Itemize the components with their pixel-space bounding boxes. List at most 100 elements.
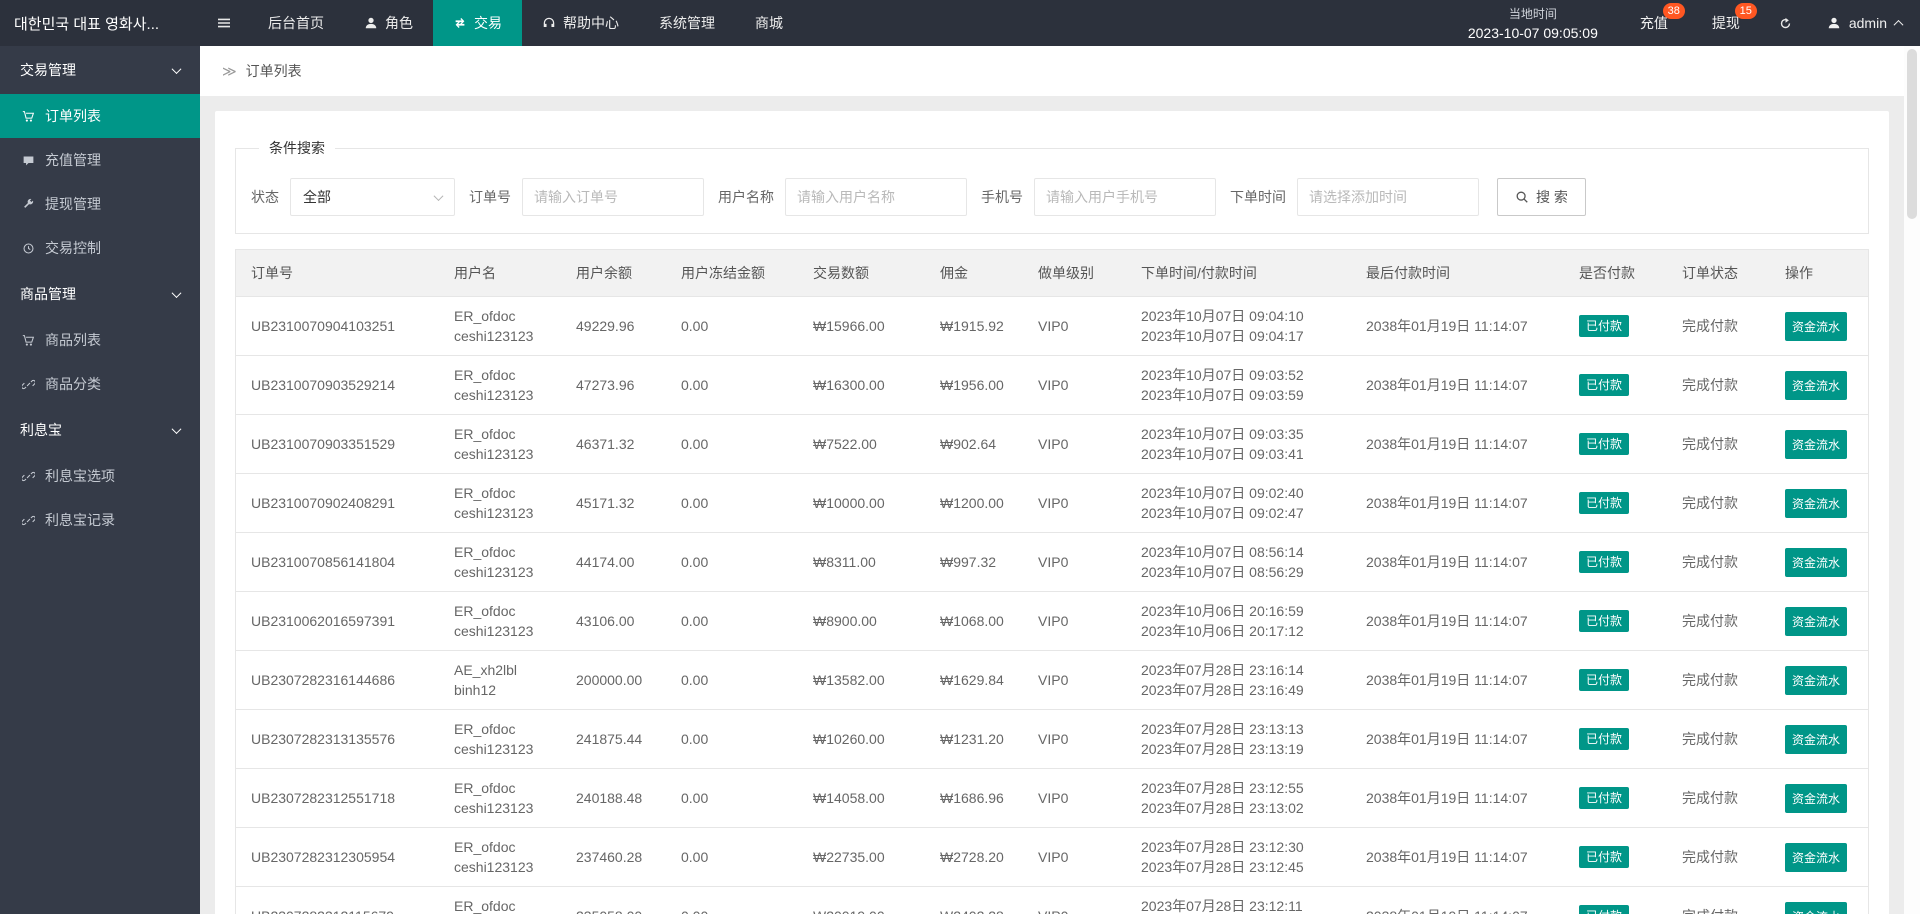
col-header-paid: 是否付款 xyxy=(1564,250,1667,297)
cell-username: ER_ofdoc ceshi123123 xyxy=(439,355,561,415)
cell-frozen: 0.00 xyxy=(666,886,798,914)
refresh-button[interactable] xyxy=(1762,0,1809,46)
cell-order-no: UB2310070904103251 xyxy=(236,296,439,356)
fund-flow-button[interactable]: 资金流水 xyxy=(1785,783,1848,813)
pay-time: 2023年10月06日 20:17:12 xyxy=(1141,623,1304,639)
pay-time: 2023年10月07日 09:04:17 xyxy=(1141,328,1304,344)
sidebar-item-order-list[interactable]: 订单列表 xyxy=(0,94,200,138)
order-time-input[interactable] xyxy=(1297,178,1479,216)
status-select[interactable]: 全部 xyxy=(290,178,455,216)
fund-flow-button[interactable]: 资金流水 xyxy=(1785,842,1848,872)
paid-badge: 已付款 xyxy=(1579,905,1630,914)
username-line1: ER_ofdoc xyxy=(454,898,516,914)
sidebar-toggle-button[interactable] xyxy=(200,0,248,46)
status-select-value: 全部 xyxy=(303,189,331,205)
sidebar-item-trade-control[interactable]: 交易控制 xyxy=(0,226,200,270)
hamburger-icon xyxy=(218,18,230,28)
cell-order-no: UB2307282312551718 xyxy=(236,768,439,828)
cell-frozen: 0.00 xyxy=(666,296,798,356)
nav-item-system[interactable]: 系统管理 xyxy=(639,0,735,46)
order-time: 2023年07月28日 23:16:14 xyxy=(1141,662,1304,678)
order-time: 2023年10月07日 08:56:14 xyxy=(1141,544,1304,560)
col-header-order-no: 订单号 xyxy=(236,250,439,297)
scrollbar-thumb[interactable] xyxy=(1907,49,1917,219)
cell-last-pay-time: 2038年01月19日 11:14:07 xyxy=(1351,709,1564,769)
table-row: UB2310062016597391 ER_ofdoc ceshi123123 … xyxy=(236,591,1868,651)
nav-item-dashboard[interactable]: 后台首页 xyxy=(248,0,344,46)
pay-time: 2023年07月28日 23:13:19 xyxy=(1141,741,1304,757)
username-line2: ceshi123123 xyxy=(454,800,534,816)
local-time-value: 2023-10-07 09:05:09 xyxy=(1467,25,1598,41)
sidebar-group-interest-treasure[interactable]: 利息宝 xyxy=(0,406,200,454)
page-scrollbar[interactable] xyxy=(1904,46,1920,914)
cell-action: 资金流水 xyxy=(1770,473,1868,533)
cell-order-no: UB2307282316144686 xyxy=(236,650,439,710)
paid-badge: 已付款 xyxy=(1579,492,1630,514)
nav-item-trade[interactable]: 交易 xyxy=(433,0,522,46)
cell-commission: ₩1068.00 xyxy=(925,591,1023,651)
col-header-actions: 操作 xyxy=(1770,250,1868,297)
sidebar-item-interest-records[interactable]: 利息宝记录 xyxy=(0,498,200,542)
sidebar-item-product-category[interactable]: 商品分类 xyxy=(0,362,200,406)
cell-level: VIP0 xyxy=(1023,296,1126,356)
nav-label: 系统管理 xyxy=(659,15,715,31)
nav-item-mall[interactable]: 商城 xyxy=(735,0,803,46)
nav-item-roles[interactable]: 角色 xyxy=(344,0,433,46)
local-time: 当地时间 2023-10-07 09:05:09 xyxy=(1448,0,1618,46)
username-line1: ER_ofdoc xyxy=(454,780,516,796)
cell-amount: ₩14058.00 xyxy=(798,768,925,828)
cell-paid: 已付款 xyxy=(1564,532,1667,592)
main-content: 订单列表 条件搜索 状态 全部 订单号 用户名称 xyxy=(200,46,1904,914)
sidebar-item-product-list[interactable]: 商品列表 xyxy=(0,318,200,362)
order-time-filter: 下单时间 xyxy=(1230,178,1479,216)
fund-flow-button[interactable]: 资金流水 xyxy=(1785,488,1848,518)
fund-flow-button[interactable]: 资金流水 xyxy=(1785,665,1848,695)
phone-input[interactable] xyxy=(1034,178,1216,216)
username-line2: ceshi123123 xyxy=(454,505,534,521)
fund-flow-button[interactable]: 资金流水 xyxy=(1785,606,1848,636)
cell-amount: ₩10000.00 xyxy=(798,473,925,533)
sidebar-item-interest-options[interactable]: 利息宝选项 xyxy=(0,454,200,498)
headset-icon xyxy=(543,17,555,27)
nav-label: 帮助中心 xyxy=(563,15,619,31)
paid-badge: 已付款 xyxy=(1579,610,1630,632)
fund-flow-button[interactable]: 资金流水 xyxy=(1785,724,1848,754)
nav-item-help-center[interactable]: 帮助中心 xyxy=(522,0,639,46)
cell-status: 完成付款 xyxy=(1667,591,1770,651)
sidebar-group-trade-management[interactable]: 交易管理 xyxy=(0,46,200,94)
recharge-link[interactable]: 充值 38 xyxy=(1618,0,1690,46)
col-header-frozen: 用户冻结金额 xyxy=(666,250,798,297)
cell-order-no: UB2307282312115679 xyxy=(236,886,439,914)
fund-flow-button[interactable]: 资金流水 xyxy=(1785,311,1848,341)
sidebar-group-product-management[interactable]: 商品管理 xyxy=(0,270,200,318)
fund-flow-button[interactable]: 资金流水 xyxy=(1785,547,1848,577)
fund-flow-button[interactable]: 资金流水 xyxy=(1785,901,1848,914)
fund-flow-button[interactable]: 资金流水 xyxy=(1785,429,1848,459)
cell-paid: 已付款 xyxy=(1564,355,1667,415)
username-label: 用户名称 xyxy=(718,189,774,205)
admin-menu[interactable]: admin xyxy=(1809,0,1920,46)
cell-balance: 46371.32 xyxy=(561,414,666,474)
cell-paid: 已付款 xyxy=(1564,886,1667,914)
cell-balance: 43106.00 xyxy=(561,591,666,651)
search-button[interactable]: 搜 索 xyxy=(1497,178,1586,216)
sidebar: 交易管理 订单列表 充值管理 提现管理 交易控制 商品管理 商品列表 商品分类 … xyxy=(0,46,200,914)
withdraw-link[interactable]: 提现 15 xyxy=(1690,0,1762,46)
cell-times: 2023年07月28日 23:13:13 2023年07月28日 23:13:1… xyxy=(1126,709,1351,769)
username-input[interactable] xyxy=(785,178,967,216)
cell-paid: 已付款 xyxy=(1564,473,1667,533)
username-line2: ceshi123123 xyxy=(454,859,534,875)
fund-flow-button[interactable]: 资金流水 xyxy=(1785,370,1848,400)
nav-label: 角色 xyxy=(385,15,413,31)
chevron-up-icon xyxy=(1893,19,1904,30)
cart-icon xyxy=(22,110,35,122)
cell-last-pay-time: 2038年01月19日 11:14:07 xyxy=(1351,768,1564,828)
sidebar-item-recharge-management[interactable]: 充值管理 xyxy=(0,138,200,182)
person-icon xyxy=(1828,17,1840,29)
order-no-input[interactable] xyxy=(522,178,704,216)
order-time: 2023年10月07日 09:04:10 xyxy=(1141,308,1304,324)
cell-username: ER_ofdoc ceshi123123 xyxy=(439,709,561,769)
cell-username: ER_ofdoc ceshi123123 xyxy=(439,591,561,651)
cell-amount: ₩7522.00 xyxy=(798,414,925,474)
sidebar-item-withdraw-management[interactable]: 提现管理 xyxy=(0,182,200,226)
